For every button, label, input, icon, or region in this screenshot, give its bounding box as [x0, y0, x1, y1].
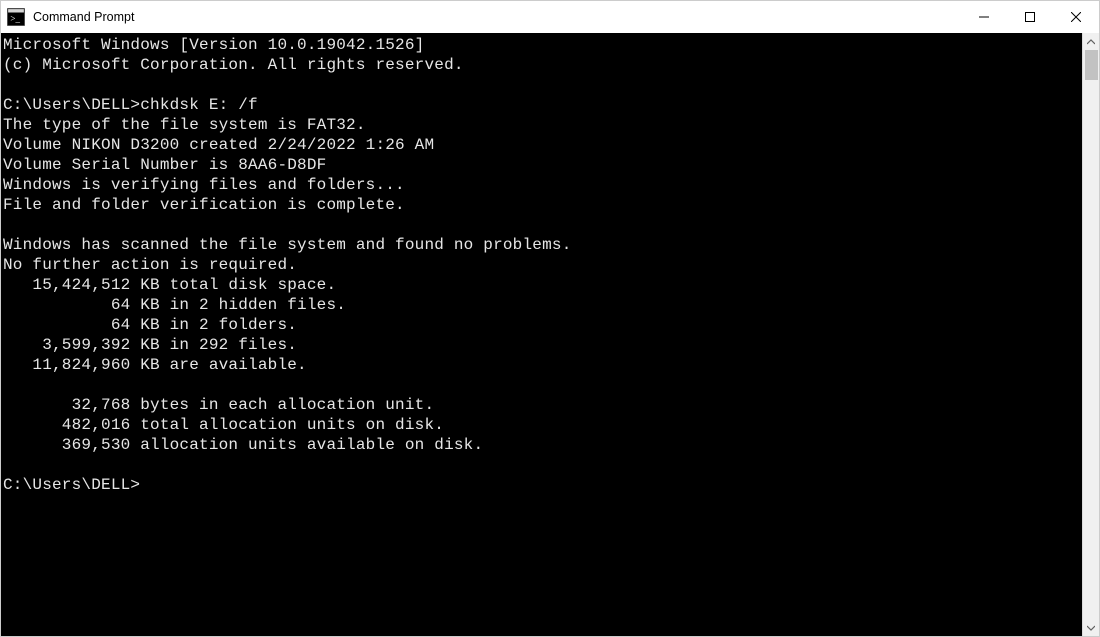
client-area: Microsoft Windows [Version 10.0.19042.15… — [1, 33, 1099, 636]
svg-text:>_: >_ — [10, 14, 20, 24]
maximize-button[interactable] — [1007, 1, 1053, 33]
scrollbar-track[interactable] — [1083, 50, 1100, 619]
command-prompt-window: >_ Command Prompt Microsoft Windows [Ver… — [0, 0, 1100, 637]
scrollbar-thumb[interactable] — [1085, 50, 1098, 80]
vertical-scrollbar[interactable] — [1082, 33, 1099, 636]
minimize-button[interactable] — [961, 1, 1007, 33]
close-button[interactable] — [1053, 1, 1099, 33]
window-title: Command Prompt — [33, 10, 134, 24]
scroll-down-button[interactable] — [1083, 619, 1100, 636]
cmd-icon: >_ — [7, 8, 25, 26]
titlebar[interactable]: >_ Command Prompt — [1, 1, 1099, 33]
console-output[interactable]: Microsoft Windows [Version 10.0.19042.15… — [1, 33, 1082, 636]
scroll-up-button[interactable] — [1083, 33, 1100, 50]
